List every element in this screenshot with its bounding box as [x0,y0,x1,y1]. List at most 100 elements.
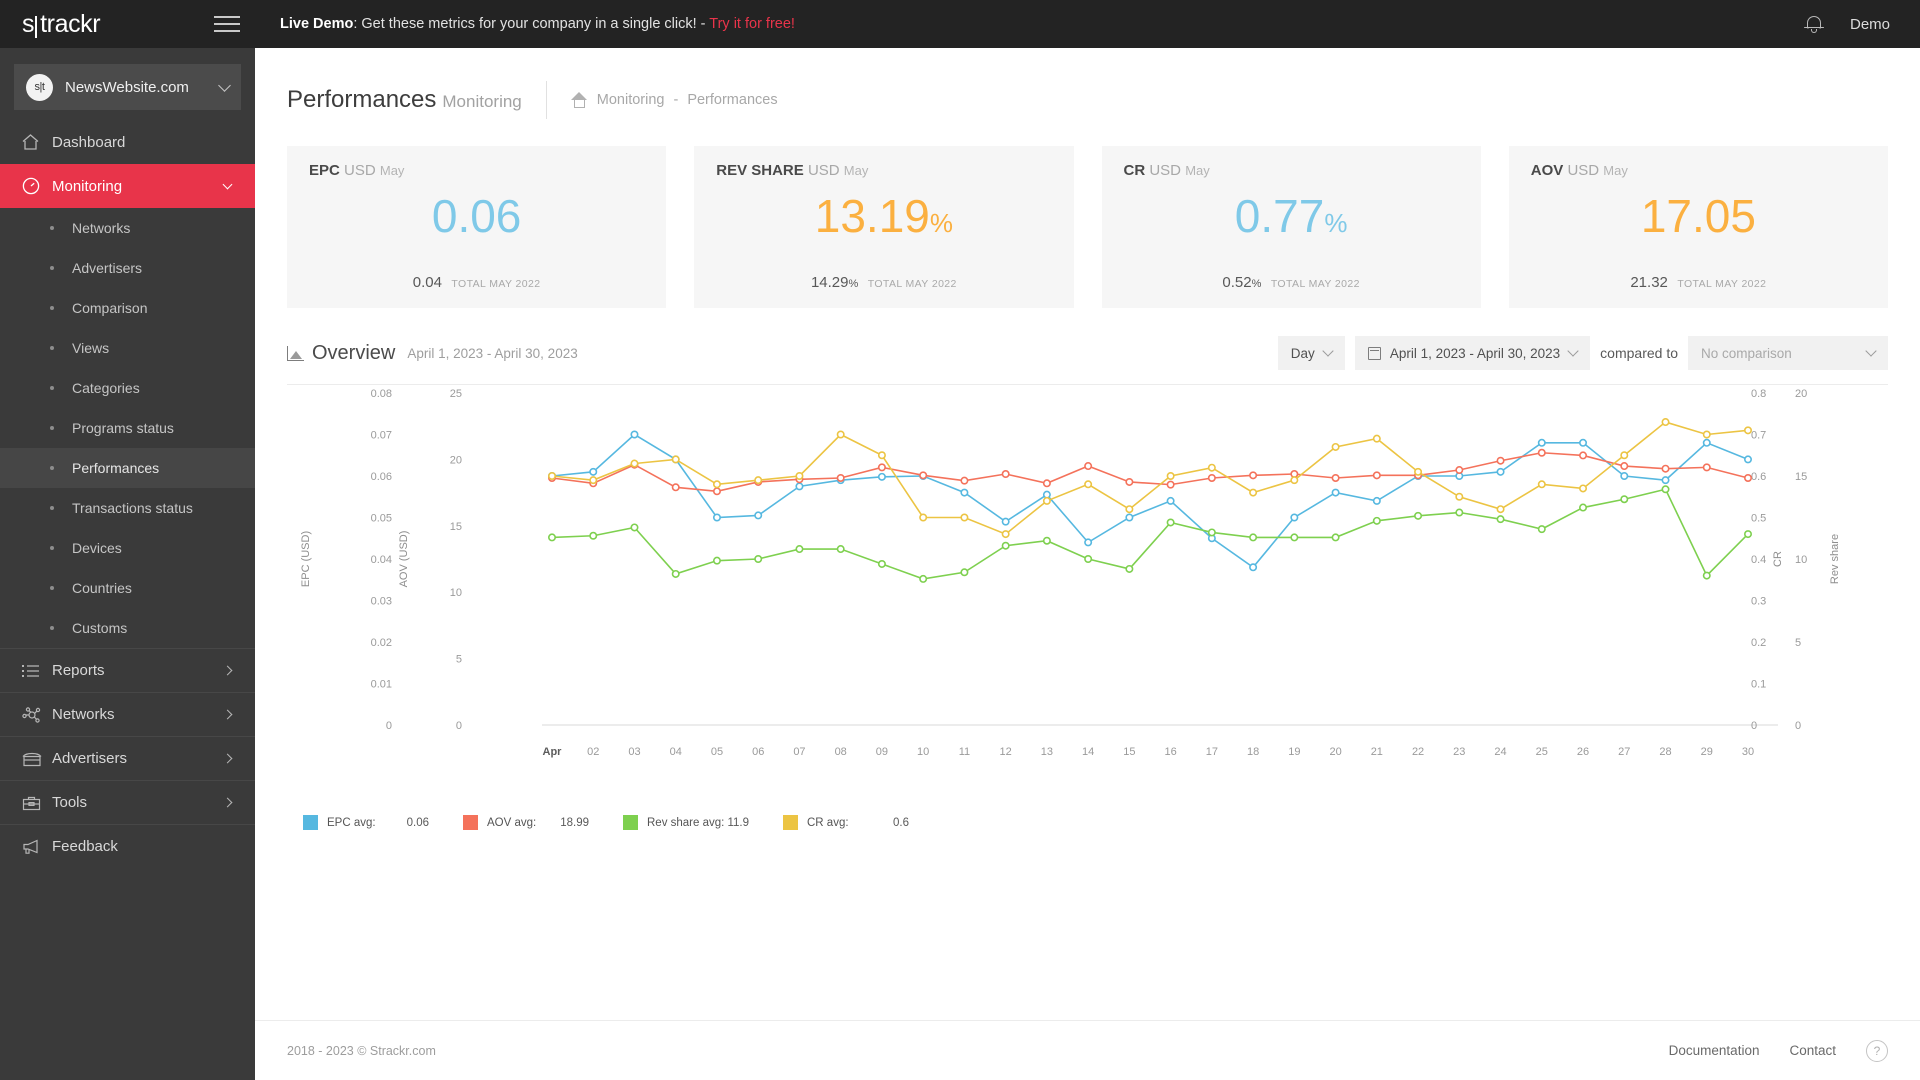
monitoring-subnav: Networks Advertisers Comparison Views Ca… [0,208,255,648]
bullet-icon [50,546,54,550]
bullet-icon [50,346,54,350]
kpi-month: May [843,163,869,178]
page-title-text: Performances [287,86,437,113]
kpi-card-group: EPC USD May 0.06 0.04 TOTAL MAY 2022 REV… [255,124,1920,308]
contact-link[interactable]: Contact [1789,1043,1836,1058]
svg-text:0.02: 0.02 [371,637,392,649]
legend-value: 0.06 [406,816,429,829]
kpi-prev-value: 21.32 [1630,274,1668,291]
legend-swatch [303,815,318,830]
kpi-prev-number: 0.04 [412,274,442,291]
sidebar-item-monitoring[interactable]: Monitoring [0,164,255,208]
kpi-prev-label: TOTAL MAY 2022 [1677,278,1767,290]
svg-text:0: 0 [456,720,462,732]
toolbox-icon [22,795,52,811]
kpi-value-number: 13.19 [814,190,930,242]
help-circle-icon[interactable]: ? [1866,1039,1888,1062]
sidebar-subitem-label: Programs status [72,420,174,436]
svg-text:08: 08 [835,746,847,758]
legend-swatch [783,815,798,830]
bullet-icon [50,266,54,270]
kpi-currency: USD [344,162,376,179]
sidebar-item-dashboard[interactable]: Dashboard [0,120,255,164]
breadcrumb-item-monitoring[interactable]: Monitoring [597,92,665,108]
home-icon[interactable] [570,92,588,108]
kpi-card-aov: AOV USD May 17.05 21.32 TOTAL MAY 2022 [1508,146,1888,308]
svg-text:15: 15 [450,521,462,533]
sidebar-subitem-devices[interactable]: Devices [0,528,255,568]
kpi-prev-value: 14.29% [811,274,858,291]
svg-text:0.04: 0.04 [371,554,392,566]
svg-text:30: 30 [1742,746,1754,758]
overview-header: Overview April 1, 2023 - April 30, 2023 … [255,308,1920,370]
documentation-link[interactable]: Documentation [1669,1043,1760,1058]
legend-item-rev-share[interactable]: Rev share avg: 11.9 [623,815,783,830]
kpi-title: REV SHARE USD May [716,162,1051,179]
sidebar-subitem-performances[interactable]: Performances [0,448,255,488]
granularity-select[interactable]: Day [1277,336,1345,370]
kpi-name: REV SHARE [716,162,804,179]
sidebar-item-networks[interactable]: Networks [0,692,255,736]
sidebar-item-advertisers[interactable]: Advertisers [0,736,255,780]
chevron-right-icon [222,797,233,808]
sidebar-item-label: Networks [52,706,115,723]
bell-icon[interactable] [1803,14,1824,35]
legend-item-aov[interactable]: AOV avg: 18.99 [463,815,623,830]
legend-value: 0.6 [893,816,909,829]
sidebar-subitem-customs[interactable]: Customs [0,608,255,648]
breadcrumb-item-performances[interactable]: Performances [687,92,777,108]
sidebar: s|t NewsWebsite.com Dashboard Monitoring… [0,48,255,1080]
svg-text:0.7: 0.7 [1751,430,1766,442]
sidebar-subitem-advertisers[interactable]: Advertisers [0,248,255,288]
sidebar-item-feedback[interactable]: Feedback [0,824,255,868]
svg-text:21: 21 [1371,746,1383,758]
svg-text:13: 13 [1041,746,1053,758]
sidebar-subitem-comparison[interactable]: Comparison [0,288,255,328]
sidebar-item-label: Feedback [52,838,118,855]
sidebar-subitem-categories[interactable]: Categories [0,368,255,408]
user-menu[interactable]: Demo [1850,16,1890,33]
brand-logo[interactable]: s trackr [0,0,200,48]
kpi-card-rev-share: REV SHARE USD May 13.19% 14.29% TOTAL MA… [694,146,1074,308]
sidebar-subitem-networks[interactable]: Networks [0,208,255,248]
legend-item-cr[interactable]: CR avg: 0.6 [783,815,943,830]
sidebar-subitem-countries[interactable]: Countries [0,568,255,608]
legend-item-epc[interactable]: EPC avg: 0.06 [303,815,463,830]
sidebar-item-label: Tools [52,794,88,811]
kpi-value: 0.06 [309,193,644,239]
page-footer: 2018 - 2023 © Strackr.com Documentation … [255,1020,1920,1080]
legend-label: AOV avg: [487,816,537,829]
svg-text:09: 09 [876,746,888,758]
sidebar-item-reports[interactable]: Reports [0,648,255,692]
svg-text:16: 16 [1164,746,1176,758]
chart-svg[interactable]: 0 0.01 0.02 0.03 0.04 0.05 0.06 0.07 0.08 EPC (US… [287,385,1888,785]
date-range-picker[interactable]: April 1, 2023 - April 30, 2023 [1354,336,1591,370]
sidebar-subitem-label: Views [72,340,110,356]
overview-title: Overview April 1, 2023 - April 30, 2023 [287,342,578,365]
banner-cta-link[interactable]: Try it for free! [709,16,795,32]
sidebar-subitem-label: Customs [72,620,128,636]
sidebar-subitem-views[interactable]: Views [0,328,255,368]
sidebar-subitem-label: Countries [72,580,132,596]
topbar-right-group: Demo [1803,14,1920,35]
kpi-month: May [1185,163,1210,178]
hamburger-menu-icon[interactable] [200,16,254,32]
svg-text:CR: CR [1772,551,1784,567]
kpi-title: EPC USD May [309,162,644,179]
kpi-footer: 21.32 TOTAL MAY 2022 [1509,274,1888,292]
kpi-prev-label: TOTAL MAY 2022 [867,278,957,290]
kpi-prev-number: 21.32 [1630,274,1668,291]
breadcrumb: Monitoring - Performances [570,92,778,108]
kpi-name: EPC [309,162,340,179]
sidebar-item-tools[interactable]: Tools [0,780,255,824]
chart-legend: EPC avg: 0.06 AOV avg: 18.99 Rev share a… [255,805,1920,830]
chevron-down-icon [1322,345,1334,357]
sidebar-subitem-programs-status[interactable]: Programs status [0,408,255,448]
comparison-select[interactable]: No comparison [1688,336,1888,370]
svg-text:0.08: 0.08 [371,388,392,400]
site-switcher[interactable]: s|t NewsWebsite.com [14,64,241,110]
sidebar-subitem-transactions-status[interactable]: Transactions status [0,488,255,528]
page-subtitle-text: Monitoring [442,92,522,111]
overview-title-text: Overview [312,341,396,364]
kpi-month: May [379,163,405,178]
